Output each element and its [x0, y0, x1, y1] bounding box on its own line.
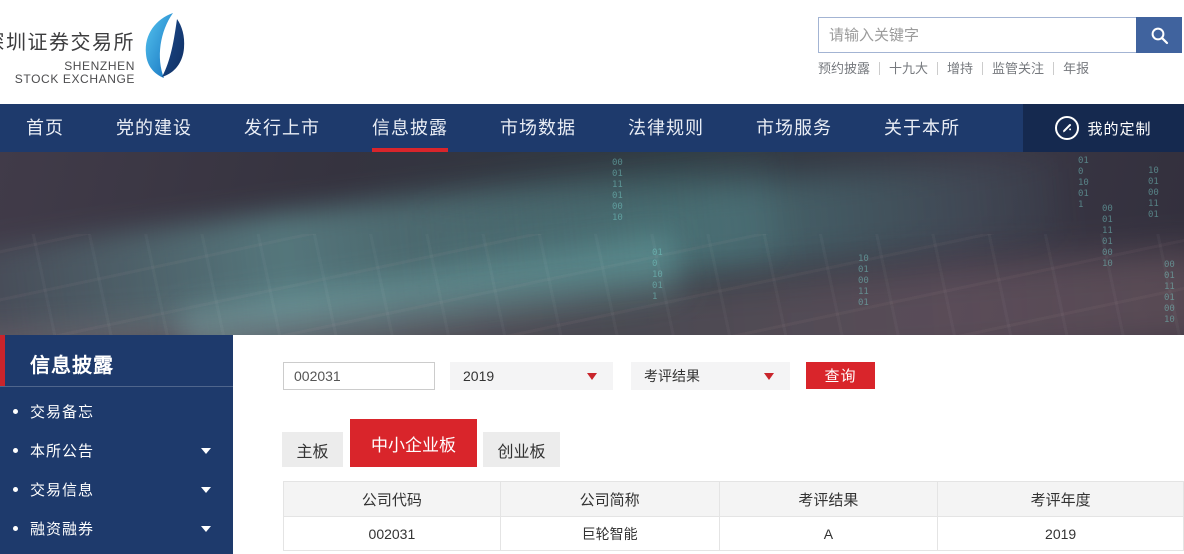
dropdown-arrow-icon	[587, 372, 597, 380]
evaluation-results-table: 公司代码 公司简称 考评结果 考评年度 002031 巨轮智能 A 2019	[283, 481, 1184, 551]
sidebar-item-margin-trading[interactable]: 融资融券	[0, 509, 233, 548]
col-header-eval-result: 考评结果	[718, 481, 939, 517]
nav-item-home[interactable]: 首页	[26, 104, 64, 152]
cell-company-code: 002031	[283, 516, 501, 551]
search-button[interactable]	[1136, 17, 1182, 53]
hot-link[interactable]: 年报	[1053, 61, 1098, 75]
nav-item-rules[interactable]: 法律规则	[628, 104, 704, 152]
hero-banner: 00 01 11 01 00 10 01 0 10 01 1 10 01 00 …	[0, 152, 1184, 335]
main-nav: 首页 党的建设 发行上市 信息披露 市场数据 法律规则 市场服务 关于本所 我的…	[0, 104, 1184, 152]
nav-item-market-data[interactable]: 市场数据	[500, 104, 576, 152]
bullet-icon	[13, 409, 18, 414]
sidebar-item-trading-info[interactable]: 交易信息	[0, 470, 233, 509]
hot-links: 预约披露 十九大 增持 监管关注 年报	[818, 60, 1098, 76]
my-customization-button[interactable]: 我的定制	[1023, 104, 1184, 152]
sidebar-item-label: 交易备忘	[30, 404, 95, 421]
sidebar-menu: 交易备忘 本所公告 交易信息 融资融券	[0, 392, 233, 548]
nav-item-disclosure[interactable]: 信息披露	[372, 104, 448, 152]
col-header-company-code: 公司代码	[283, 481, 501, 517]
chevron-down-icon	[201, 525, 211, 532]
table-row: 002031 巨轮智能 A 2019	[283, 516, 1184, 551]
bullet-icon	[13, 448, 18, 453]
sidebar-title: 信息披露	[30, 355, 114, 377]
banner-binary-decoration: 00 01 11 01 00 10	[612, 158, 623, 223]
banner-light-streak	[0, 248, 1184, 335]
cell-eval-year: 2019	[937, 516, 1184, 551]
cell-eval-result: A	[718, 516, 939, 551]
hot-link[interactable]: 监管关注	[982, 61, 1053, 75]
sidebar-item-label: 本所公告	[30, 443, 95, 460]
sidebar-item-label: 融资融券	[30, 521, 95, 538]
result-dropdown[interactable]: 考评结果	[631, 362, 790, 390]
cell-company-name: 巨轮智能	[499, 516, 720, 551]
banner-binary-decoration: 01 0 10 01 1	[652, 248, 663, 302]
year-dropdown[interactable]: 2019	[450, 362, 613, 390]
banner-light-streak	[178, 233, 682, 335]
banner-binary-decoration: 00 01 11 01 00 10	[1164, 260, 1175, 325]
nav-item-about[interactable]: 关于本所	[884, 104, 960, 152]
logo-icon	[141, 12, 187, 85]
tab-sme-board[interactable]: 中小企业板	[350, 419, 477, 467]
col-header-company-name: 公司简称	[499, 481, 720, 517]
brand-logo[interactable]: 深圳证券交易所 SHENZHEN STOCK EXCHANGE	[0, 13, 185, 86]
brand-name-en: STOCK EXCHANGE	[14, 72, 135, 86]
nav-item-party-building[interactable]: 党的建设	[116, 104, 192, 152]
tab-main-board[interactable]: 主板	[282, 432, 343, 467]
sidebar-item-trading-memo[interactable]: 交易备忘	[0, 392, 233, 431]
col-header-eval-year: 考评年度	[937, 481, 1184, 517]
my-customization-label: 我的定制	[1087, 120, 1152, 138]
query-button[interactable]: 查询	[806, 362, 875, 389]
company-code-input[interactable]	[283, 362, 435, 390]
banner-light-streak	[417, 154, 1063, 295]
sidebar: 信息披露 交易备忘 本所公告 交易信息 融资融券	[0, 335, 233, 554]
year-dropdown-value: 2019	[463, 368, 495, 384]
dropdown-arrow-icon	[764, 372, 774, 380]
chevron-down-icon	[201, 447, 211, 454]
banner-binary-decoration: 10 01 00 11 01	[858, 254, 869, 308]
sidebar-divider	[0, 386, 233, 387]
nav-item-listing[interactable]: 发行上市	[244, 104, 320, 152]
table-header-row: 公司代码 公司简称 考评结果 考评年度	[283, 481, 1184, 517]
brand-name-cn: 深圳证券交易所	[0, 32, 135, 54]
brand-logo-text: 深圳证券交易所 SHENZHEN STOCK EXCHANGE	[0, 13, 185, 86]
header: 深圳证券交易所 SHENZHEN STOCK EXCHANGE	[0, 0, 1184, 104]
banner-binary-decoration: 10 01 00 11 01	[1148, 166, 1159, 220]
chevron-down-icon	[201, 486, 211, 493]
hot-link[interactable]: 十九大	[879, 61, 937, 75]
banner-light-streak	[0, 152, 784, 335]
hot-link[interactable]: 预约披露	[818, 62, 879, 75]
nav-item-services[interactable]: 市场服务	[756, 104, 832, 152]
search-icon	[1150, 26, 1169, 45]
sidebar-item-label: 交易信息	[30, 482, 95, 499]
page-root: 深圳证券交易所 SHENZHEN STOCK EXCHANGE	[0, 0, 1184, 554]
bullet-icon	[13, 487, 18, 492]
hot-link[interactable]: 增持	[937, 61, 982, 75]
banner-binary-decoration: 01 0 10 01 1	[1078, 156, 1089, 210]
banner-grid-decoration	[0, 234, 1184, 335]
sidebar-accent-stripe	[0, 335, 5, 386]
bullet-icon	[13, 526, 18, 531]
result-dropdown-value: 考评结果	[644, 368, 700, 384]
site-search-box	[818, 17, 1136, 53]
sidebar-item-exchange-notices[interactable]: 本所公告	[0, 431, 233, 470]
site-search-input[interactable]	[819, 18, 1136, 52]
tab-chinext[interactable]: 创业板	[483, 432, 560, 467]
main-nav-items: 首页 党的建设 发行上市 信息披露 市场数据 法律规则 市场服务 关于本所	[0, 104, 1184, 152]
banner-binary-decoration: 00 01 11 01 00 10	[1102, 204, 1113, 269]
edit-pencil-icon	[1055, 116, 1080, 140]
